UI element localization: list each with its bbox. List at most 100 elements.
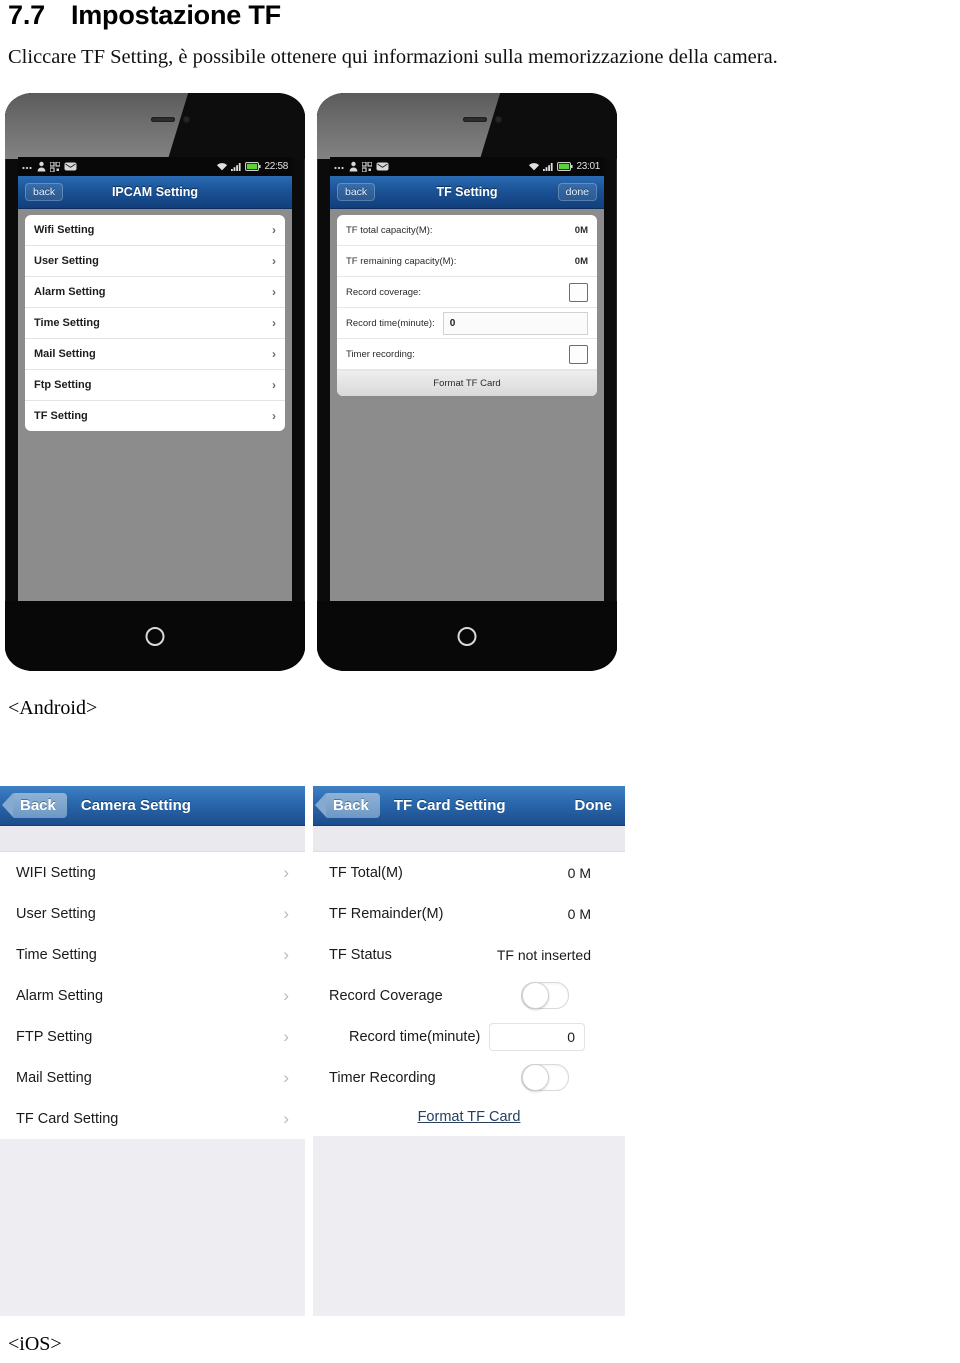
- list-item[interactable]: User Setting ›: [25, 246, 285, 277]
- field-tf-remainder: TF Remainder(M) 0 M: [313, 893, 625, 934]
- android-content-right: TF total capacity(M): 0M TF remaining ca…: [330, 209, 604, 601]
- list-item-label: Time Setting: [16, 946, 97, 963]
- signal-icon: [231, 162, 242, 171]
- timer-recording-checkbox[interactable]: [569, 344, 588, 364]
- page-title: 7.7 Impostazione TF: [8, 0, 281, 31]
- section-number: 7.7: [8, 0, 45, 30]
- list-item[interactable]: Alarm Setting ›: [25, 277, 285, 308]
- list-item[interactable]: Alarm Setting ›: [0, 975, 305, 1016]
- ios-tf-settings-list: TF Total(M) 0 M TF Remainder(M) 0 M TF S…: [313, 852, 625, 1136]
- chevron-right-icon: ›: [283, 985, 289, 1005]
- home-button-icon[interactable]: [145, 627, 165, 646]
- field-label: TF Total(M): [329, 864, 403, 881]
- record-coverage-toggle[interactable]: [521, 982, 569, 1009]
- back-button[interactable]: back: [25, 183, 64, 201]
- list-item-label: FTP Setting: [16, 1028, 93, 1045]
- phone-top-bezel: [5, 93, 305, 159]
- list-item[interactable]: Wifi Setting ›: [25, 215, 285, 246]
- more-dots-icon: [22, 162, 33, 171]
- field-label: Record Coverage: [329, 987, 443, 1004]
- settings-list: Wifi Setting › User Setting › Alarm Settin…: [25, 215, 285, 431]
- earpiece-speaker-icon: [151, 117, 175, 122]
- list-item-tf-setting[interactable]: TF Setting ›: [25, 401, 285, 431]
- ios-screenshot-camera-setting: Back Camera Setting WIFI Setting › User S…: [0, 786, 305, 1316]
- field-timer-recording[interactable]: Timer Recording: [313, 1057, 625, 1098]
- android-status-bar: 23:01: [330, 157, 604, 176]
- list-item-label: WIFI Setting: [16, 864, 96, 881]
- list-item-label: TF Card Setting: [16, 1110, 119, 1127]
- chevron-right-icon: ›: [283, 903, 289, 923]
- format-tf-card-button[interactable]: Format TF Card: [337, 370, 597, 396]
- ios-nav-bar: Back TF Card Setting Done: [313, 786, 625, 826]
- field-value: 0M: [574, 255, 588, 267]
- field-record-time[interactable]: Record time(minute) 0: [313, 1016, 625, 1057]
- field-label: Record coverage:: [346, 286, 421, 298]
- field-tf-status: TF Status TF not inserted: [313, 934, 625, 975]
- phone-bottom-bezel: [5, 601, 305, 671]
- list-item[interactable]: Mail Setting ›: [25, 339, 285, 370]
- chevron-right-icon: ›: [283, 944, 289, 964]
- android-screen-left: 22:58 back IPCAM Setting Wifi Setting › U…: [18, 157, 292, 601]
- more-dots-icon: [334, 162, 345, 171]
- android-status-bar: 22:58: [18, 157, 292, 176]
- list-item[interactable]: Time Setting ›: [25, 308, 285, 339]
- chevron-right-icon: ›: [272, 285, 276, 299]
- field-label: Record time(minute): [349, 1028, 481, 1045]
- list-item-label: User Setting: [34, 255, 99, 267]
- list-item[interactable]: FTP Setting ›: [0, 1016, 305, 1057]
- field-timer-recording[interactable]: Timer recording:: [337, 339, 597, 370]
- field-label: TF remaining capacity(M):: [346, 255, 457, 267]
- field-label: TF Remainder(M): [329, 905, 444, 922]
- caption-android: <Android>: [8, 697, 98, 719]
- signal-icon: [543, 162, 554, 171]
- format-tf-card-link[interactable]: Format TF Card: [418, 1109, 521, 1125]
- record-coverage-checkbox[interactable]: [569, 282, 588, 302]
- list-item[interactable]: Mail Setting ›: [0, 1057, 305, 1098]
- list-item-label: User Setting: [16, 905, 96, 922]
- list-item[interactable]: Ftp Setting ›: [25, 370, 285, 401]
- bezel-glare: [5, 93, 190, 159]
- record-time-input[interactable]: 0: [442, 311, 588, 335]
- done-button[interactable]: Done: [575, 797, 613, 814]
- chevron-right-icon: ›: [283, 862, 289, 882]
- list-item-label: Mail Setting: [34, 348, 96, 360]
- android-screen-right: 23:01 back TF Setting done TF total capa…: [330, 157, 604, 601]
- field-value: TF not inserted: [496, 946, 591, 963]
- chevron-right-icon: ›: [272, 223, 276, 237]
- chevron-right-icon: ›: [283, 1108, 289, 1128]
- phone-bottom-bezel: [317, 601, 617, 671]
- chevron-right-icon: ›: [272, 347, 276, 361]
- field-record-coverage[interactable]: Record coverage:: [337, 277, 597, 308]
- ios-screenshot-tf-card-setting: Back TF Card Setting Done TF Total(M) 0 …: [313, 786, 625, 1316]
- field-label: Timer recording:: [346, 348, 415, 360]
- format-tf-card-row[interactable]: Format TF Card: [313, 1098, 625, 1136]
- field-record-coverage[interactable]: Record Coverage: [313, 975, 625, 1016]
- back-button[interactable]: Back: [315, 793, 380, 818]
- back-button[interactable]: back: [337, 183, 376, 201]
- field-record-time[interactable]: Record time(minute): 0: [337, 308, 597, 339]
- person-icon: [349, 161, 358, 172]
- field-value: 0M: [574, 224, 588, 236]
- list-item-label: Ftp Setting: [34, 379, 92, 391]
- list-item[interactable]: Time Setting ›: [0, 934, 305, 975]
- list-item[interactable]: User Setting ›: [0, 893, 305, 934]
- earpiece-speaker-icon: [463, 117, 487, 122]
- ios-settings-list: WIFI Setting › User Setting › Time Setting…: [0, 852, 305, 1139]
- timer-recording-toggle[interactable]: [521, 1064, 569, 1091]
- field-tf-total: TF Total(M) 0 M: [313, 852, 625, 893]
- android-content-left: Wifi Setting › User Setting › Alarm Settin…: [18, 209, 292, 601]
- list-item-tf-card-setting[interactable]: TF Card Setting ›: [0, 1098, 305, 1139]
- list-item[interactable]: WIFI Setting ›: [0, 852, 305, 893]
- android-phone-ipcam-setting: 22:58 back IPCAM Setting Wifi Setting › U…: [5, 93, 305, 671]
- android-title-bar: back TF Setting done: [330, 176, 604, 209]
- home-button-icon[interactable]: [457, 627, 477, 646]
- person-icon: [37, 161, 46, 172]
- record-time-input[interactable]: 0: [489, 1022, 585, 1051]
- back-button[interactable]: Back: [2, 793, 67, 818]
- done-button[interactable]: done: [557, 183, 597, 201]
- ios-screen-title: Camera Setting: [80, 797, 191, 814]
- field-label: TF total capacity(M):: [346, 224, 433, 236]
- field-value: 0 M: [567, 864, 591, 881]
- front-camera-icon: [183, 116, 190, 123]
- list-item-label: Alarm Setting: [34, 286, 106, 298]
